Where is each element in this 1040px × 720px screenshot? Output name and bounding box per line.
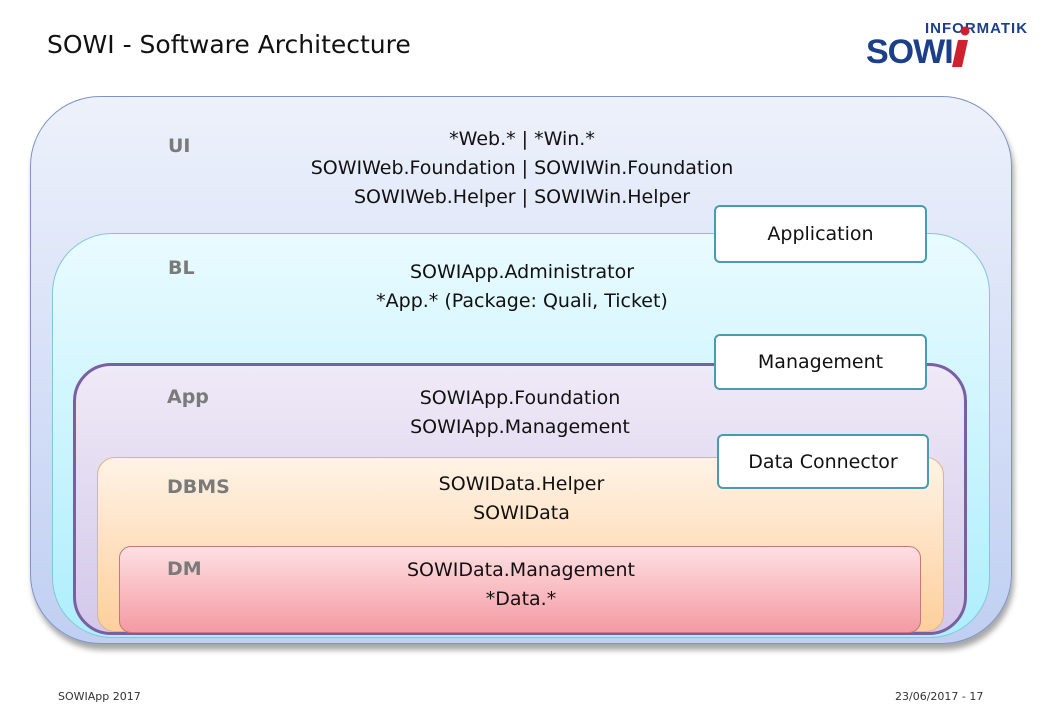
ui-layer-modules: *Web.* | *Win.* SOWIWeb.Foundation | SOW… xyxy=(31,125,1013,212)
bl-layer-modules: SOWIApp.Administrator *App.* (Package: Q… xyxy=(53,258,991,316)
data-connector-tag: Data Connector xyxy=(717,434,929,489)
footer-left-text: SOWIApp 2017 xyxy=(58,690,141,703)
logo-i-icon xyxy=(952,26,970,67)
slide-title: SOWI - Software Architecture xyxy=(47,30,411,59)
dm-module-line: *Data.* xyxy=(485,588,557,610)
dbms-module-line: SOWIData xyxy=(473,502,570,524)
ui-module-line: SOWIWeb.Foundation | SOWIWin.Foundation xyxy=(310,157,734,179)
footer-page-info: 23/06/2017 - 17 xyxy=(895,690,984,703)
application-tag: Application xyxy=(714,205,927,263)
dm-module-line: SOWIData.Management xyxy=(407,559,635,581)
logo-main-text: SOWI xyxy=(866,33,954,71)
dm-layer-modules: SOWIData.Management *Data.* xyxy=(120,556,922,614)
management-tag: Management xyxy=(714,334,927,390)
ui-module-line: *Web.* | *Win.* xyxy=(449,128,595,150)
bl-module-line: *App.* (Package: Quali, Ticket) xyxy=(376,290,668,312)
dm-layer: DM SOWIData.Management *Data.* xyxy=(119,546,921,633)
sowi-logo: INFORMATIK SOWI xyxy=(866,20,1036,71)
